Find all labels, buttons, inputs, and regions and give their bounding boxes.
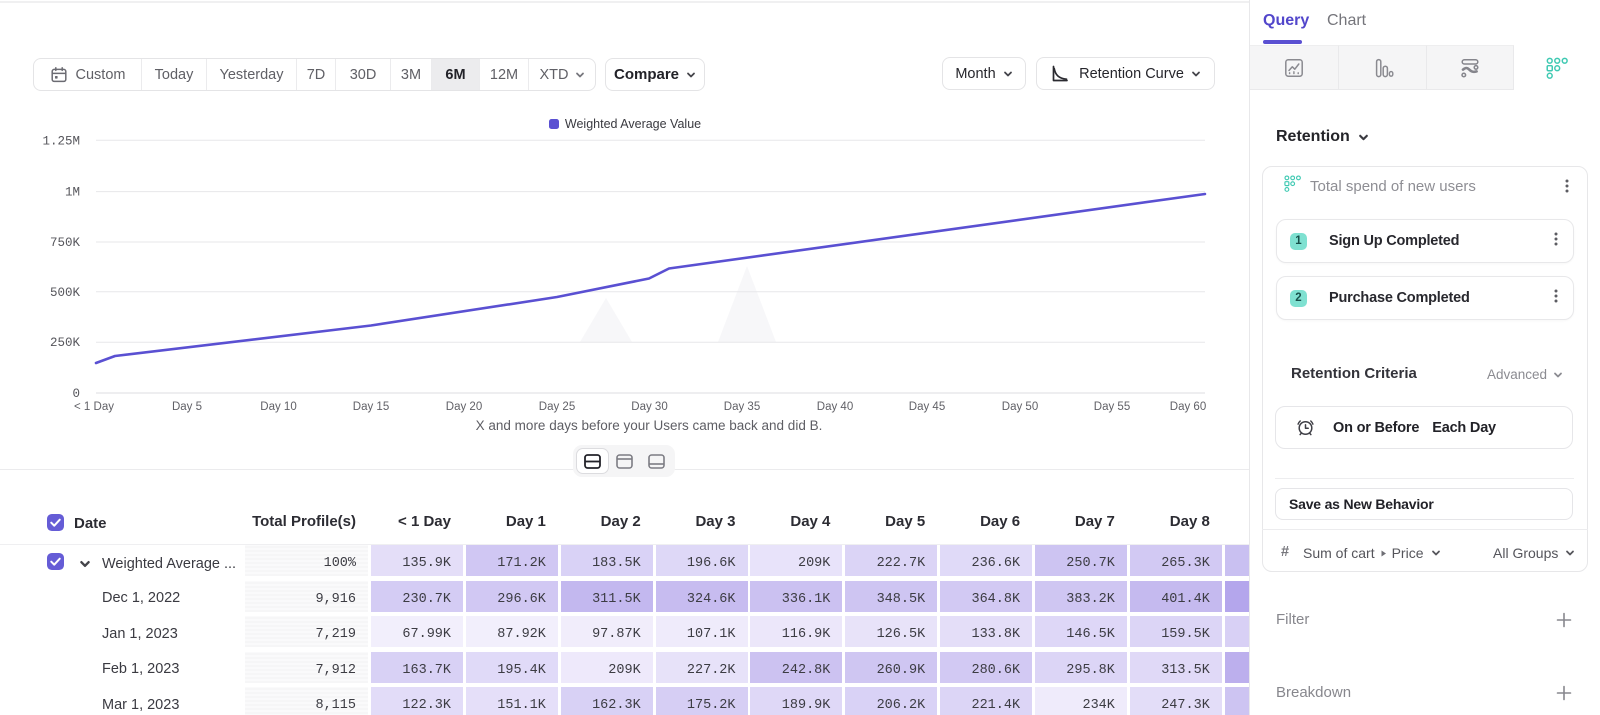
svg-text:750K: 750K bbox=[50, 236, 81, 250]
svg-text:Day 15: Day 15 bbox=[353, 401, 389, 413]
svg-text:Day 40: Day 40 bbox=[817, 401, 853, 413]
svg-text:Day 35: Day 35 bbox=[724, 401, 760, 413]
svg-text:Day 20: Day 20 bbox=[446, 401, 482, 413]
svg-text:250K: 250K bbox=[50, 336, 81, 350]
svg-text:Day 45: Day 45 bbox=[909, 401, 945, 413]
svg-text:500K: 500K bbox=[50, 286, 81, 300]
svg-text:Day 55: Day 55 bbox=[1094, 401, 1130, 413]
svg-text:Day 25: Day 25 bbox=[539, 401, 575, 413]
svg-text:Day 60: Day 60 bbox=[1170, 401, 1206, 413]
svg-text:Day 5: Day 5 bbox=[172, 401, 202, 413]
svg-text:Day 30: Day 30 bbox=[631, 401, 667, 413]
svg-text:1.25M: 1.25M bbox=[42, 134, 80, 148]
svg-text:Day 50: Day 50 bbox=[1002, 401, 1038, 413]
svg-text:1M: 1M bbox=[65, 186, 80, 200]
svg-text:0: 0 bbox=[72, 387, 80, 401]
svg-text:Day 10: Day 10 bbox=[260, 401, 296, 413]
svg-text:< 1 Day: < 1 Day bbox=[74, 401, 114, 413]
